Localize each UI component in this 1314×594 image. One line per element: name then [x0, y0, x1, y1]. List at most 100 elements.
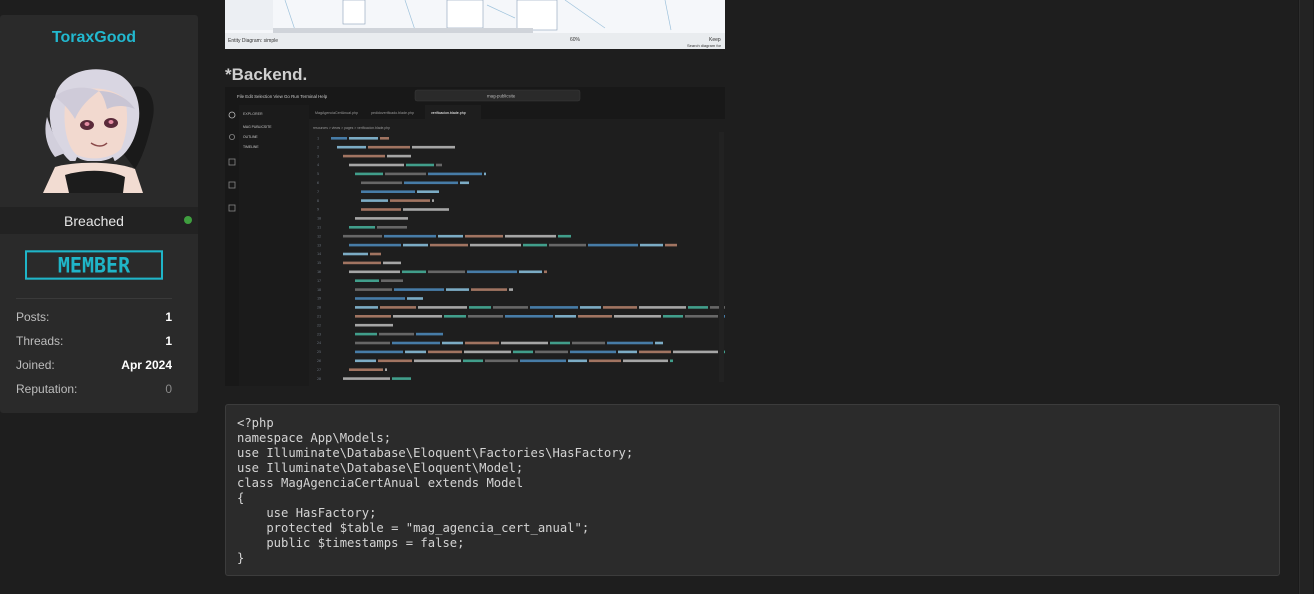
explorer-item: MAG PUBLICSITE — [243, 125, 272, 129]
stat-value[interactable]: 0 — [165, 382, 172, 396]
stat-label: Threads: — [16, 334, 64, 348]
editor-code-token — [355, 323, 393, 327]
editor-line-number: 18 — [317, 288, 321, 292]
editor-code-token — [460, 181, 469, 185]
editor-line-number: 6 — [317, 181, 319, 185]
editor-code-token — [530, 306, 578, 309]
embedded-image-diagram[interactable]: Entity Diagram: simple 60% Search diagra… — [225, 0, 725, 49]
stat-threads: Threads: 1 — [16, 334, 172, 350]
editor-code-token — [370, 252, 381, 256]
editor-code-token — [392, 341, 440, 345]
editor-code-token — [436, 163, 442, 167]
editor-code-token — [663, 315, 683, 318]
editor-code-token — [444, 315, 466, 318]
editor-code-token — [381, 279, 403, 282]
editor-code-token — [361, 181, 402, 185]
editor-code-token — [665, 243, 677, 247]
editor-line-number: 7 — [317, 190, 319, 194]
editor-code-token — [550, 341, 570, 345]
editor-line-number: 8 — [317, 199, 319, 203]
editor-code-token — [331, 137, 347, 140]
editor-code-token — [580, 306, 601, 309]
editor-code-token — [523, 243, 547, 247]
editor-code-token — [655, 341, 663, 345]
editor-code-token — [417, 190, 439, 193]
editor-code-token — [614, 315, 661, 318]
editor-code-token — [407, 297, 423, 300]
editor-code-token — [570, 350, 616, 354]
editor-line-number: 12 — [317, 234, 321, 238]
stats-divider — [16, 298, 172, 299]
editor-code-token — [640, 243, 663, 247]
editor-tab: pedidoverificado.blade.php — [371, 111, 414, 115]
stat-label: Posts: — [16, 310, 50, 324]
editor-code-token — [361, 190, 415, 193]
editor-code-token — [349, 243, 401, 247]
code-line: use Illuminate\Database\Eloquent\Model; — [237, 461, 524, 475]
editor-line-number: 17 — [317, 279, 321, 283]
editor-code-token — [361, 199, 388, 202]
editor-code-token — [572, 341, 605, 345]
editor-code-token — [355, 359, 376, 363]
editor-code-token — [355, 279, 379, 282]
editor-code-token — [355, 217, 408, 220]
editor-code-token — [349, 137, 378, 140]
explorer-item: TIMELINE — [243, 145, 259, 149]
editor-line-number: 4 — [317, 163, 319, 167]
user-avatar[interactable] — [25, 57, 161, 193]
editor-search-box: mag-publicsite — [487, 94, 516, 99]
editor-code-token — [355, 306, 378, 309]
code-line: public $timestamps = false; — [237, 536, 465, 550]
page-scrollbar-thumb[interactable] — [1299, 0, 1313, 594]
editor-line-number: 21 — [317, 315, 321, 319]
editor-code-token — [394, 288, 444, 291]
code-block[interactable]: <?php namespace App\Models; use Illumina… — [225, 404, 1280, 576]
username-link[interactable]: ToraxGood — [0, 29, 188, 47]
editor-line-number: 23 — [317, 332, 321, 336]
editor-line-number: 16 — [317, 270, 321, 274]
editor-code-token — [337, 145, 366, 149]
editor-line-number: 15 — [317, 261, 321, 265]
editor-code-token — [468, 315, 503, 318]
user-profile-card: ToraxGood Breached MEMBER Posts: 1 Threa… — [0, 15, 198, 413]
editor-code-token — [465, 234, 503, 238]
editor-code-token — [383, 261, 401, 265]
diagram-caption: Entity Diagram: simple — [228, 38, 278, 44]
editor-code-token — [406, 163, 434, 167]
editor-code-token — [428, 172, 482, 176]
editor-code-token — [673, 350, 718, 354]
editor-code-token — [603, 306, 637, 309]
embedded-image-code-editor[interactable]: File Edit Selection View Go Run Terminal… — [225, 87, 725, 386]
editor-code-token — [446, 288, 469, 291]
code-line: use HasFactory; — [237, 506, 377, 520]
editor-line-number: 22 — [317, 323, 321, 327]
explorer-item: OUTLINE — [243, 135, 258, 139]
stat-value: Apr 2024 — [121, 358, 172, 372]
code-line: use Illuminate\Database\Eloquent\Factori… — [237, 446, 634, 460]
editor-code-token — [685, 315, 718, 318]
editor-code-token — [430, 243, 468, 247]
editor-code-token — [380, 306, 416, 309]
editor-code-token — [688, 306, 708, 309]
editor-line-number: 24 — [317, 341, 321, 345]
editor-code-token — [438, 234, 463, 238]
editor-code-token — [501, 341, 548, 345]
online-status-icon — [184, 216, 192, 224]
editor-tab: MagAgenciaCertAnual.php — [315, 111, 358, 115]
editor-code-token — [470, 243, 521, 247]
editor-code-token — [639, 350, 671, 354]
forum-post-page: ToraxGood Breached MEMBER Posts: 1 Threa… — [0, 0, 1314, 594]
editor-code-token — [355, 315, 391, 318]
editor-line-number: 11 — [317, 226, 321, 230]
editor-code-token — [618, 350, 637, 354]
diagram-zoom-level: 60% — [570, 37, 581, 43]
editor-code-token — [403, 208, 449, 211]
editor-code-token — [349, 163, 404, 167]
editor-code-token — [343, 234, 382, 238]
editor-code-token — [349, 226, 375, 229]
editor-code-token — [387, 154, 411, 158]
editor-code-token — [513, 350, 533, 354]
editor-code-token — [623, 359, 668, 363]
editor-breadcrumb: resources > views > pages > verificacion… — [313, 126, 390, 130]
code-line: { — [237, 491, 245, 505]
